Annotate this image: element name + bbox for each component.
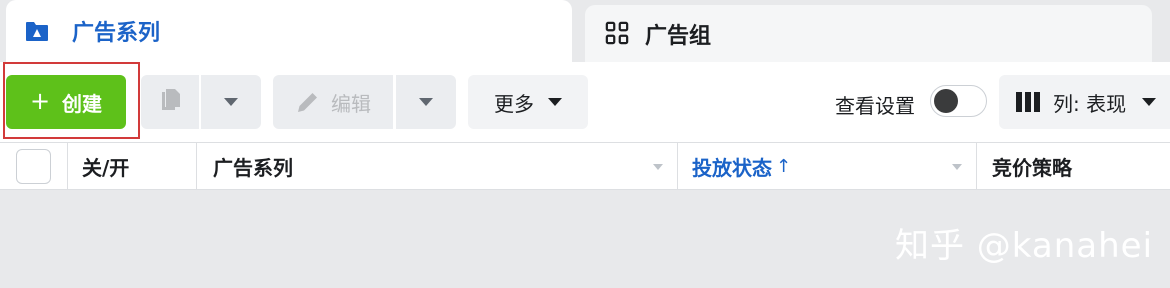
duplicate-dropdown-button[interactable]: [201, 75, 261, 129]
view-settings-label: 查看设置: [835, 94, 915, 118]
chevron-down-icon: [419, 98, 433, 106]
column-header-delivery-status-label: 投放状态: [692, 155, 772, 180]
tab-ad-sets[interactable]: 广告组: [585, 5, 1152, 62]
columns-button[interactable]: 列: 表现: [999, 75, 1170, 129]
select-all-cell: [0, 143, 68, 189]
sort-caret-icon: [952, 164, 962, 170]
table-header: 关/开 广告系列 投放状态 ↑ 竞价策略: [0, 142, 1170, 190]
edit-button-label: 编辑: [331, 91, 371, 116]
pencil-icon: [295, 89, 321, 115]
campaign-flag-icon: [25, 19, 49, 43]
watermark: 知乎 @kanahei: [895, 226, 1154, 266]
create-button[interactable]: + 创建: [6, 75, 126, 129]
column-header-on-off-label: 关/开: [82, 155, 130, 180]
column-header-campaign[interactable]: 广告系列: [197, 143, 678, 189]
tab-campaigns-label: 广告系列: [72, 21, 161, 46]
duplicate-button[interactable]: [141, 75, 199, 129]
sort-ascending-icon: ↑: [776, 155, 792, 177]
tab-campaigns[interactable]: 广告系列: [6, 0, 572, 62]
create-button-label: 创建: [62, 91, 103, 116]
column-header-bid-strategy[interactable]: 竞价策略: [977, 143, 1170, 189]
sort-caret-icon: [653, 164, 663, 170]
tab-bar: 广告系列 广告组: [0, 0, 1170, 62]
chevron-down-icon: [224, 98, 238, 106]
duplicate-icon: [157, 87, 183, 117]
column-header-delivery-status[interactable]: 投放状态 ↑: [678, 143, 977, 189]
ads-manager-window: 广告系列 广告组 + 创建 编辑 更多 查看设置 列: 表现 关/开 广告系列 …: [0, 0, 1170, 288]
plus-icon: +: [29, 87, 51, 115]
edit-dropdown-button[interactable]: [396, 75, 456, 129]
edit-button[interactable]: 编辑: [273, 75, 393, 129]
toggle-knob: [934, 89, 958, 113]
grid-icon: [605, 21, 629, 45]
column-header-bid-strategy-label: 竞价策略: [992, 155, 1072, 180]
select-all-checkbox[interactable]: [16, 148, 51, 184]
columns-icon: [1016, 92, 1040, 112]
toolbar: + 创建 编辑 更多 查看设置 列: 表现: [0, 62, 1170, 142]
view-settings-toggle[interactable]: [930, 85, 987, 117]
column-header-campaign-label: 广告系列: [213, 155, 293, 180]
more-button-label: 更多: [494, 91, 534, 116]
tab-ad-sets-label: 广告组: [645, 23, 712, 49]
column-header-on-off[interactable]: 关/开: [68, 143, 197, 189]
more-button[interactable]: 更多: [468, 75, 588, 129]
columns-button-label: 列: 表现: [1053, 91, 1127, 116]
chevron-down-icon: [1142, 98, 1157, 106]
chevron-down-icon: [548, 98, 562, 106]
